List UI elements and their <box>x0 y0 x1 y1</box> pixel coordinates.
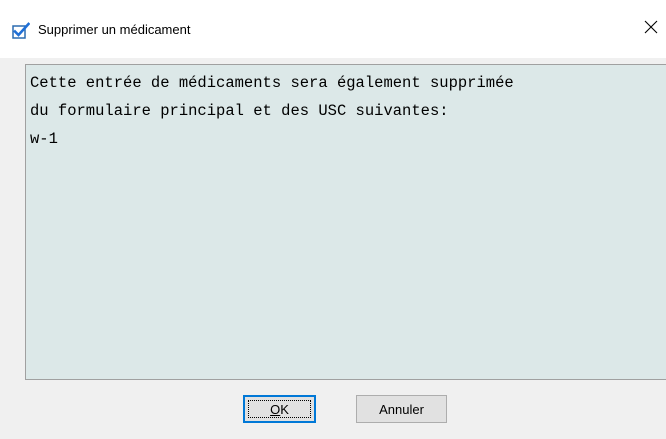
message-text-area[interactable]: Cette entrée de médicaments sera égaleme… <box>25 64 666 380</box>
dialog-content: Cette entrée de médicaments sera égaleme… <box>0 58 666 439</box>
window-title: Supprimer un médicament <box>38 22 191 37</box>
message-line: Cette entrée de médicaments sera égaleme… <box>30 74 514 92</box>
cancel-button-label: Annuler <box>379 401 424 417</box>
message-line: w-1 <box>30 130 58 148</box>
checkmark-icon <box>12 22 31 40</box>
ok-button[interactable]: OK <box>243 395 316 423</box>
title-bar[interactable]: Supprimer un médicament <box>0 0 666 58</box>
close-button[interactable] <box>644 14 666 44</box>
close-icon <box>644 20 658 39</box>
ok-button-label: OK <box>270 401 289 417</box>
message-line: du formulaire principal et des USC suiva… <box>30 102 449 120</box>
delete-medication-dialog: Supprimer un médicament Cette entrée de … <box>0 0 666 439</box>
cancel-button[interactable]: Annuler <box>356 395 447 423</box>
